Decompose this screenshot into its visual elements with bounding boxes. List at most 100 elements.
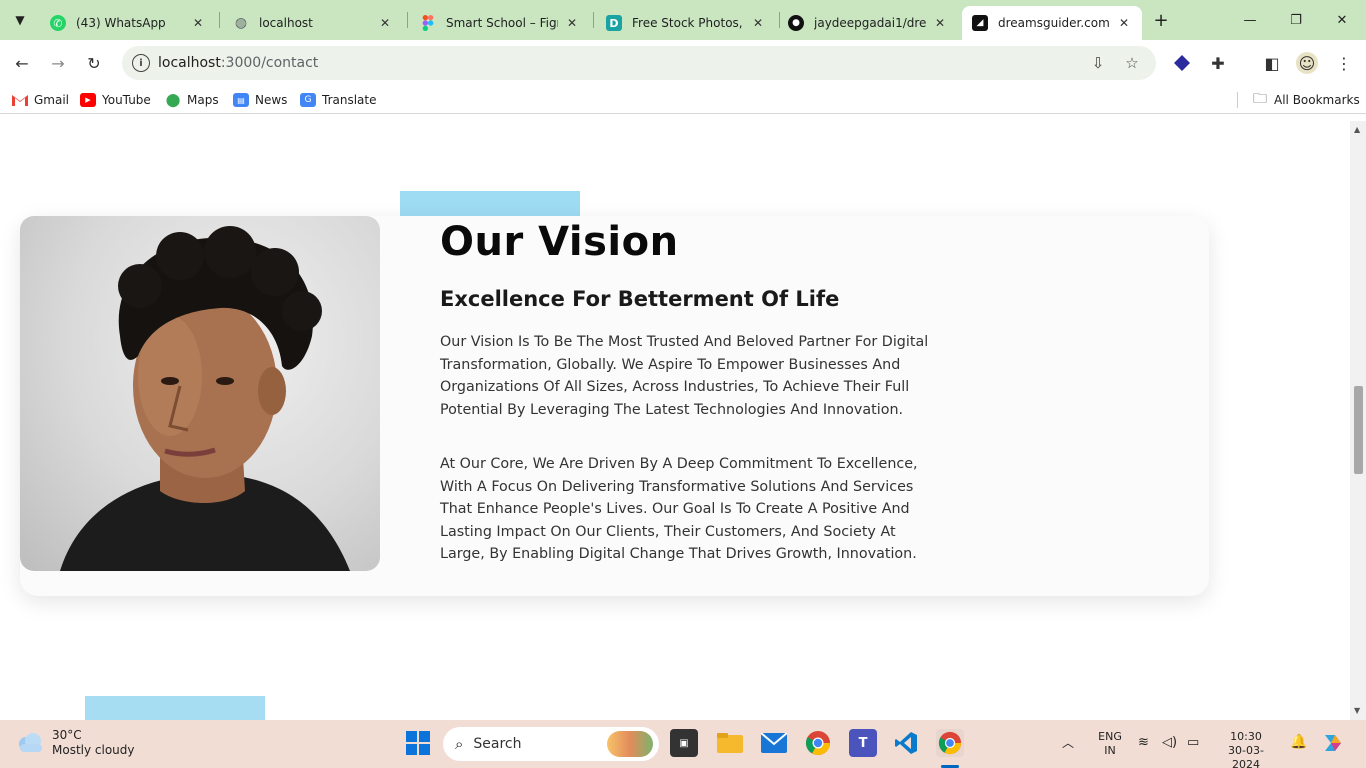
minimize-button[interactable]: — [1240,10,1260,30]
tab-title: jaydeepgadai1/drean [814,16,926,30]
bookmarks-divider [1237,92,1238,108]
taskbar-search[interactable]: ⌕ Search [443,727,659,761]
bookmark-label: News [255,93,288,107]
chrome-icon[interactable] [804,729,832,757]
tab-search-button[interactable]: ▼ [8,8,32,32]
side-panel-icon[interactable]: ◧ [1261,52,1283,74]
extensions-puzzle-icon[interactable]: ✚ [1207,52,1229,74]
url-path: :3000/contact [220,55,319,71]
task-view-icon[interactable]: ▣ [670,729,698,757]
profile-avatar[interactable]: ☺ [1296,52,1318,74]
restore-icon: ❐ [1290,12,1302,28]
tab-whatsapp[interactable]: ✆ (43) WhatsApp ✕ [40,6,216,40]
scrollbar-thumb[interactable] [1354,386,1363,474]
bookmark-youtube[interactable]: ▶ YouTube [80,90,151,110]
bookmark-translate[interactable]: G Translate [300,90,377,110]
close-icon[interactable]: ✕ [1116,15,1132,31]
close-icon[interactable]: ✕ [190,15,206,31]
tab-figma[interactable]: Smart School – Figma ✕ [410,6,590,40]
back-button[interactable]: ← [10,51,34,75]
tab-title: dreamsguider.com [998,16,1110,30]
tab-stock-photos[interactable]: D Free Stock Photos, Ro ✕ [596,6,776,40]
url-text: localhost:3000/contact [158,55,318,71]
vision-paragraph-1: Our Vision Is To Be The Most Trusted And… [440,334,929,418]
section-subtitle: Excellence For Betterment Of Life [440,287,840,311]
bookmark-star-icon[interactable]: ☆ [1122,53,1142,73]
search-highlight-image [607,731,653,757]
close-icon[interactable]: ✕ [932,15,948,31]
region-code: IN [1104,744,1116,757]
stock-photos-icon: D [606,15,622,31]
tab-title: localhost [259,16,313,30]
install-app-icon[interactable]: ⇩ [1088,53,1108,73]
weather-description: Mostly cloudy [52,743,135,757]
all-bookmarks-label: All Bookmarks [1274,93,1360,107]
start-button[interactable] [404,729,432,757]
whatsapp-icon: ✆ [50,15,66,31]
show-hidden-icons[interactable]: ︿ [1062,736,1074,750]
decorative-accent-block [85,696,265,720]
extension-diamond-icon[interactable] [1171,52,1193,74]
person-illustration [60,226,350,571]
vscode-icon[interactable] [892,729,920,757]
more-menu-icon[interactable]: ⋮ [1333,52,1355,74]
all-bookmarks-button[interactable]: 🗀 All Bookmarks [1252,90,1360,110]
battery-icon[interactable]: ▭ [1187,736,1199,750]
volume-icon[interactable]: ◁) [1162,736,1177,750]
vision-paragraph-2: At Our Core, We Are Driven By A Deep Com… [440,456,918,562]
page-scrollbar[interactable]: ▲ ▼ [1350,121,1366,720]
search-icon: ⌕ [455,735,464,753]
reload-icon: ↻ [87,53,101,73]
maps-pin-icon: ⬤ [165,92,181,108]
bookmark-label: Translate [322,93,377,107]
notification-bell-icon[interactable]: 🔔 [1290,735,1307,749]
copilot-icon[interactable] [1320,730,1346,756]
clock[interactable]: 10:30 30-03-2024 [1218,730,1274,768]
windows-logo-icon [406,731,430,755]
bookmark-gmail[interactable]: Gmail [12,90,69,110]
tab-localhost[interactable]: ◍ localhost ✕ [223,6,403,40]
arrow-right-icon: → [51,53,65,73]
address-bar[interactable]: i localhost:3000/contact ⇩ ☆ [122,46,1156,80]
bookmarks-bar: Gmail ▶ YouTube ⬤ Maps ▤ News G Translat… [0,86,1366,114]
gmail-icon [12,93,28,107]
forward-button[interactable]: → [46,51,70,75]
scroll-up-icon[interactable]: ▲ [1354,125,1360,134]
youtube-icon: ▶ [80,93,96,107]
chrome-active-icon[interactable] [936,729,964,757]
close-icon[interactable]: ✕ [377,15,393,31]
bookmark-maps[interactable]: ⬤ Maps [165,90,219,110]
section-title: Our Vision [440,219,679,265]
tab-divider [219,12,220,28]
close-icon[interactable]: ✕ [564,15,580,31]
tab-github[interactable]: ● jaydeepgadai1/drean ✕ [778,6,958,40]
restore-button[interactable]: ❐ [1286,10,1306,30]
scroll-down-icon[interactable]: ▼ [1354,706,1360,715]
close-icon[interactable]: ✕ [750,15,766,31]
tab-title: (43) WhatsApp [76,16,166,30]
tab-dreamsguider[interactable]: ◢ dreamsguider.com ✕ [962,6,1142,40]
clock-date: 30-03-2024 [1228,744,1264,768]
windows-taskbar: 30°C Mostly cloudy ⌕ Search ▣ T ︿ ENG IN… [0,720,1366,768]
tab-divider [407,12,408,28]
weather-temperature: 30°C [52,728,82,742]
decorative-accent-block [400,191,580,217]
folder-icon: 🗀 [1253,91,1267,107]
bookmark-label: Gmail [34,93,70,107]
file-explorer-icon[interactable] [716,729,744,757]
github-icon: ● [788,15,804,31]
reload-button[interactable]: ↻ [82,51,106,75]
bookmark-news[interactable]: ▤ News [233,90,287,110]
site-info-icon[interactable]: i [132,54,150,72]
figma-icon [420,15,436,31]
weather-widget[interactable]: 30°C Mostly cloudy [16,728,135,758]
wifi-icon[interactable]: ≋ [1138,736,1149,750]
language-indicator[interactable]: ENG IN [1094,730,1126,758]
close-window-button[interactable]: ✕ [1332,10,1352,30]
search-placeholder: Search [473,736,522,752]
new-tab-button[interactable]: + [1150,9,1172,31]
chevron-down-icon: ▼ [15,13,25,27]
mail-icon[interactable] [760,729,788,757]
teams-icon[interactable]: T [849,729,877,757]
portrait-photo [20,216,380,571]
